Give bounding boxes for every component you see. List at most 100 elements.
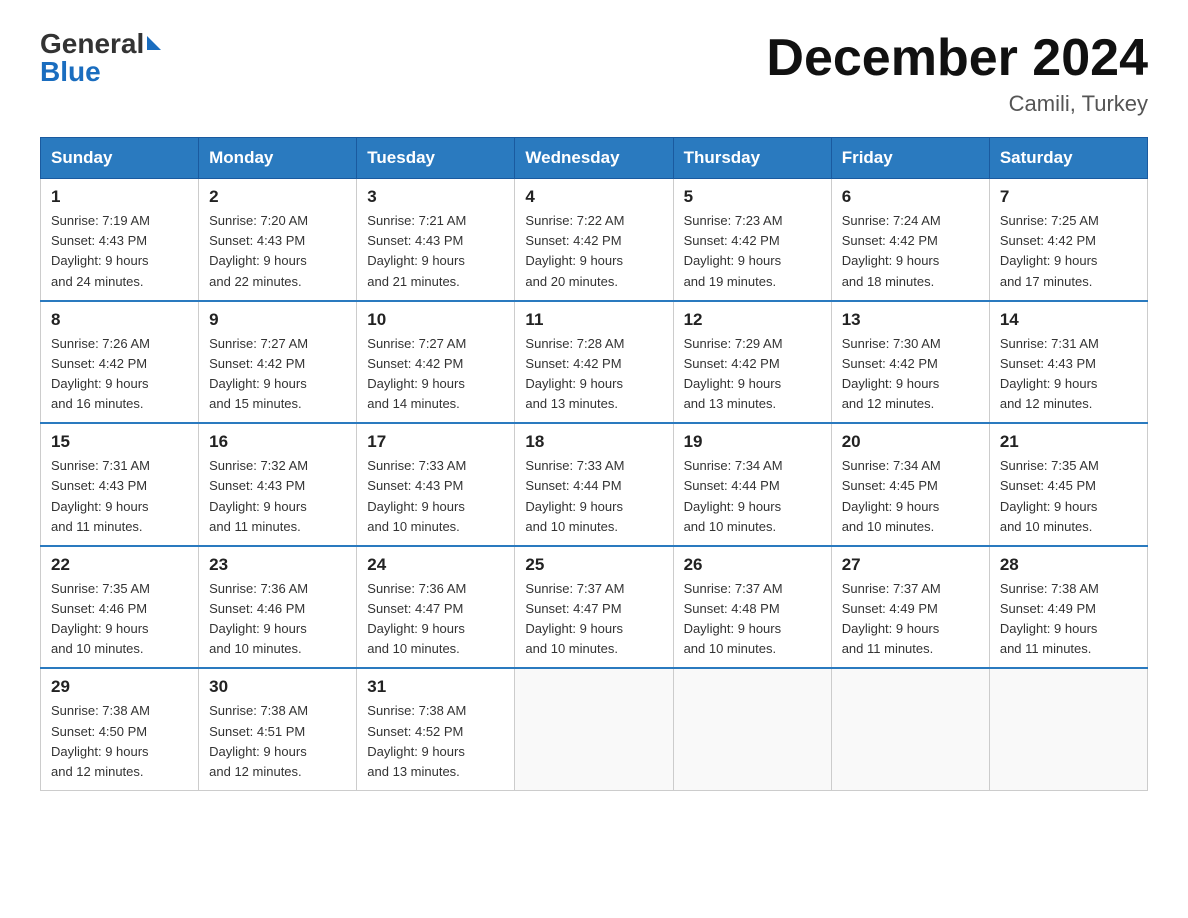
calendar-day-cell: 13 Sunrise: 7:30 AMSunset: 4:42 PMDayligh… — [831, 301, 989, 424]
day-number: 8 — [51, 310, 188, 330]
calendar-week-row: 1Sunrise: 7:19 AMSunset: 4:43 PMDaylight… — [41, 179, 1148, 301]
page-subtitle: Camili, Turkey — [766, 91, 1148, 117]
day-number: 9 — [209, 310, 346, 330]
day-info: Sunrise: 7:36 AMSunset: 4:46 PMDaylight:… — [209, 579, 346, 660]
calendar-week-row: 22 Sunrise: 7:35 AMSunset: 4:46 PMDayligh… — [41, 546, 1148, 669]
day-number: 29 — [51, 677, 188, 697]
day-info: Sunrise: 7:27 AMSunset: 4:42 PMDaylight:… — [209, 334, 346, 415]
logo-triangle-icon — [147, 36, 161, 50]
calendar-table: SundayMondayTuesdayWednesdayThursdayFrid… — [40, 137, 1148, 791]
day-info: Sunrise: 7:22 AMSunset: 4:42 PMDaylight:… — [525, 211, 662, 292]
day-number: 31 — [367, 677, 504, 697]
calendar-day-cell — [673, 668, 831, 790]
calendar-day-cell: 16 Sunrise: 7:32 AMSunset: 4:43 PMDayligh… — [199, 423, 357, 546]
day-info: Sunrise: 7:33 AMSunset: 4:43 PMDaylight:… — [367, 456, 504, 537]
day-number: 11 — [525, 310, 662, 330]
logo-blue-text: Blue — [40, 58, 101, 86]
calendar-day-cell: 4 Sunrise: 7:22 AMSunset: 4:42 PMDaylight… — [515, 179, 673, 301]
day-info: Sunrise: 7:28 AMSunset: 4:42 PMDaylight:… — [525, 334, 662, 415]
day-info: Sunrise: 7:26 AMSunset: 4:42 PMDaylight:… — [51, 334, 188, 415]
calendar-week-row: 8 Sunrise: 7:26 AMSunset: 4:42 PMDaylight… — [41, 301, 1148, 424]
calendar-day-cell — [831, 668, 989, 790]
day-info: Sunrise: 7:38 AMSunset: 4:52 PMDaylight:… — [367, 701, 504, 782]
calendar-day-cell: 5 Sunrise: 7:23 AMSunset: 4:42 PMDaylight… — [673, 179, 831, 301]
day-info: Sunrise: 7:31 AMSunset: 4:43 PMDaylight:… — [51, 456, 188, 537]
logo-general-text: General — [40, 30, 144, 58]
calendar-day-cell: 21Sunrise: 7:35 AMSunset: 4:45 PMDayligh… — [989, 423, 1147, 546]
calendar-day-cell: 3Sunrise: 7:21 AMSunset: 4:43 PMDaylight… — [357, 179, 515, 301]
calendar-header-friday: Friday — [831, 138, 989, 179]
calendar-day-cell: 14 Sunrise: 7:31 AMSunset: 4:43 PMDayligh… — [989, 301, 1147, 424]
day-info: Sunrise: 7:30 AMSunset: 4:42 PMDaylight:… — [842, 334, 979, 415]
calendar-day-cell: 30 Sunrise: 7:38 AMSunset: 4:51 PMDayligh… — [199, 668, 357, 790]
calendar-week-row: 29Sunrise: 7:38 AMSunset: 4:50 PMDayligh… — [41, 668, 1148, 790]
page-title: December 2024 — [766, 30, 1148, 87]
day-number: 13 — [842, 310, 979, 330]
day-info: Sunrise: 7:37 AMSunset: 4:49 PMDaylight:… — [842, 579, 979, 660]
day-info: Sunrise: 7:34 AMSunset: 4:45 PMDaylight:… — [842, 456, 979, 537]
day-number: 5 — [684, 187, 821, 207]
calendar-week-row: 15 Sunrise: 7:31 AMSunset: 4:43 PMDayligh… — [41, 423, 1148, 546]
day-info: Sunrise: 7:24 AMSunset: 4:42 PMDaylight:… — [842, 211, 979, 292]
title-block: December 2024 Camili, Turkey — [766, 30, 1148, 117]
day-number: 30 — [209, 677, 346, 697]
calendar-day-cell: 15 Sunrise: 7:31 AMSunset: 4:43 PMDayligh… — [41, 423, 199, 546]
calendar-day-cell: 28 Sunrise: 7:38 AMSunset: 4:49 PMDayligh… — [989, 546, 1147, 669]
day-number: 2 — [209, 187, 346, 207]
calendar-header-sunday: Sunday — [41, 138, 199, 179]
day-number: 22 — [51, 555, 188, 575]
calendar-header-monday: Monday — [199, 138, 357, 179]
day-number: 16 — [209, 432, 346, 452]
day-info: Sunrise: 7:31 AMSunset: 4:43 PMDaylight:… — [1000, 334, 1137, 415]
day-info: Sunrise: 7:19 AMSunset: 4:43 PMDaylight:… — [51, 211, 188, 292]
calendar-day-cell: 24 Sunrise: 7:36 AMSunset: 4:47 PMDayligh… — [357, 546, 515, 669]
calendar-header-wednesday: Wednesday — [515, 138, 673, 179]
calendar-day-cell: 17 Sunrise: 7:33 AMSunset: 4:43 PMDayligh… — [357, 423, 515, 546]
logo: General Blue — [40, 30, 161, 86]
day-info: Sunrise: 7:34 AMSunset: 4:44 PMDaylight:… — [684, 456, 821, 537]
calendar-day-cell: 9 Sunrise: 7:27 AMSunset: 4:42 PMDaylight… — [199, 301, 357, 424]
calendar-day-cell: 12 Sunrise: 7:29 AMSunset: 4:42 PMDayligh… — [673, 301, 831, 424]
day-info: Sunrise: 7:35 AMSunset: 4:46 PMDaylight:… — [51, 579, 188, 660]
day-info: Sunrise: 7:20 AMSunset: 4:43 PMDaylight:… — [209, 211, 346, 292]
day-number: 12 — [684, 310, 821, 330]
calendar-day-cell: 31 Sunrise: 7:38 AMSunset: 4:52 PMDayligh… — [357, 668, 515, 790]
calendar-day-cell: 27 Sunrise: 7:37 AMSunset: 4:49 PMDayligh… — [831, 546, 989, 669]
day-info: Sunrise: 7:37 AMSunset: 4:47 PMDaylight:… — [525, 579, 662, 660]
calendar-day-cell — [989, 668, 1147, 790]
day-number: 19 — [684, 432, 821, 452]
calendar-day-cell: 25 Sunrise: 7:37 AMSunset: 4:47 PMDayligh… — [515, 546, 673, 669]
calendar-day-cell: 26Sunrise: 7:37 AMSunset: 4:48 PMDayligh… — [673, 546, 831, 669]
day-number: 20 — [842, 432, 979, 452]
calendar-day-cell: 10 Sunrise: 7:27 AMSunset: 4:42 PMDayligh… — [357, 301, 515, 424]
day-info: Sunrise: 7:38 AMSunset: 4:51 PMDaylight:… — [209, 701, 346, 782]
day-number: 24 — [367, 555, 504, 575]
calendar-day-cell: 20 Sunrise: 7:34 AMSunset: 4:45 PMDayligh… — [831, 423, 989, 546]
day-number: 27 — [842, 555, 979, 575]
calendar-header-tuesday: Tuesday — [357, 138, 515, 179]
day-info: Sunrise: 7:21 AMSunset: 4:43 PMDaylight:… — [367, 211, 504, 292]
day-info: Sunrise: 7:32 AMSunset: 4:43 PMDaylight:… — [209, 456, 346, 537]
day-info: Sunrise: 7:33 AMSunset: 4:44 PMDaylight:… — [525, 456, 662, 537]
day-number: 7 — [1000, 187, 1137, 207]
day-info: Sunrise: 7:23 AMSunset: 4:42 PMDaylight:… — [684, 211, 821, 292]
day-number: 14 — [1000, 310, 1137, 330]
day-number: 15 — [51, 432, 188, 452]
day-info: Sunrise: 7:27 AMSunset: 4:42 PMDaylight:… — [367, 334, 504, 415]
calendar-day-cell: 23Sunrise: 7:36 AMSunset: 4:46 PMDayligh… — [199, 546, 357, 669]
calendar-day-cell: 22 Sunrise: 7:35 AMSunset: 4:46 PMDayligh… — [41, 546, 199, 669]
day-info: Sunrise: 7:37 AMSunset: 4:48 PMDaylight:… — [684, 579, 821, 660]
day-number: 4 — [525, 187, 662, 207]
calendar-day-cell: 7Sunrise: 7:25 AMSunset: 4:42 PMDaylight… — [989, 179, 1147, 301]
calendar-day-cell: 8 Sunrise: 7:26 AMSunset: 4:42 PMDaylight… — [41, 301, 199, 424]
day-number: 17 — [367, 432, 504, 452]
day-number: 28 — [1000, 555, 1137, 575]
calendar-day-cell: 29Sunrise: 7:38 AMSunset: 4:50 PMDayligh… — [41, 668, 199, 790]
day-info: Sunrise: 7:38 AMSunset: 4:49 PMDaylight:… — [1000, 579, 1137, 660]
calendar-day-cell: 11 Sunrise: 7:28 AMSunset: 4:42 PMDayligh… — [515, 301, 673, 424]
day-number: 6 — [842, 187, 979, 207]
day-number: 10 — [367, 310, 504, 330]
day-info: Sunrise: 7:36 AMSunset: 4:47 PMDaylight:… — [367, 579, 504, 660]
day-info: Sunrise: 7:29 AMSunset: 4:42 PMDaylight:… — [684, 334, 821, 415]
day-number: 25 — [525, 555, 662, 575]
